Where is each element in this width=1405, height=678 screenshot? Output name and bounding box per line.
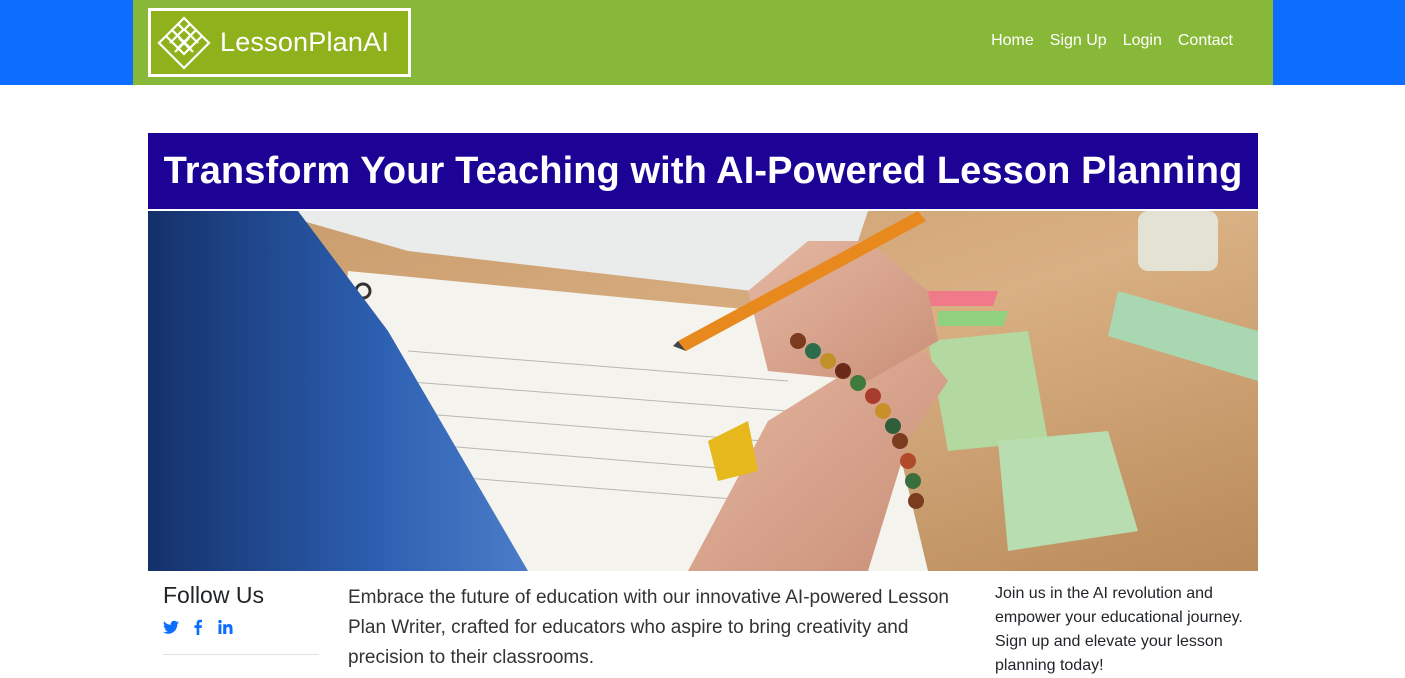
nav-home[interactable]: Home (991, 32, 1034, 50)
nav-login[interactable]: Login (1123, 32, 1162, 50)
nav-sign-up[interactable]: Sign Up (1050, 32, 1107, 50)
diamond-lattice-logo-icon (157, 15, 211, 70)
linkedin-icon[interactable] (217, 619, 233, 635)
intro-text: Embrace the future of education with our… (348, 587, 949, 668)
follow-heading: Follow Us (163, 582, 264, 608)
nav-contact[interactable]: Contact (1178, 32, 1233, 50)
follow-divider (163, 654, 319, 655)
hero-image (148, 211, 1258, 571)
navbar: LessonPlanAI Home Sign Up Login Contact (133, 0, 1273, 85)
twitter-icon[interactable] (163, 619, 179, 635)
follow-section: Follow Us (163, 582, 319, 655)
main-nav: Home Sign Up Login Contact (991, 32, 1233, 50)
brand-logo[interactable]: LessonPlanAI (148, 8, 411, 77)
facebook-icon[interactable] (190, 619, 206, 635)
hero-title: Transform Your Teaching with AI-Powered … (163, 149, 1243, 192)
hero-photo (148, 211, 1258, 571)
hero-banner: Transform Your Teaching with AI-Powered … (148, 133, 1258, 209)
cta-text: Join us in the AI revolution and empower… (995, 585, 1243, 674)
brand-name: LessonPlanAI (220, 27, 390, 57)
social-links (163, 619, 319, 635)
